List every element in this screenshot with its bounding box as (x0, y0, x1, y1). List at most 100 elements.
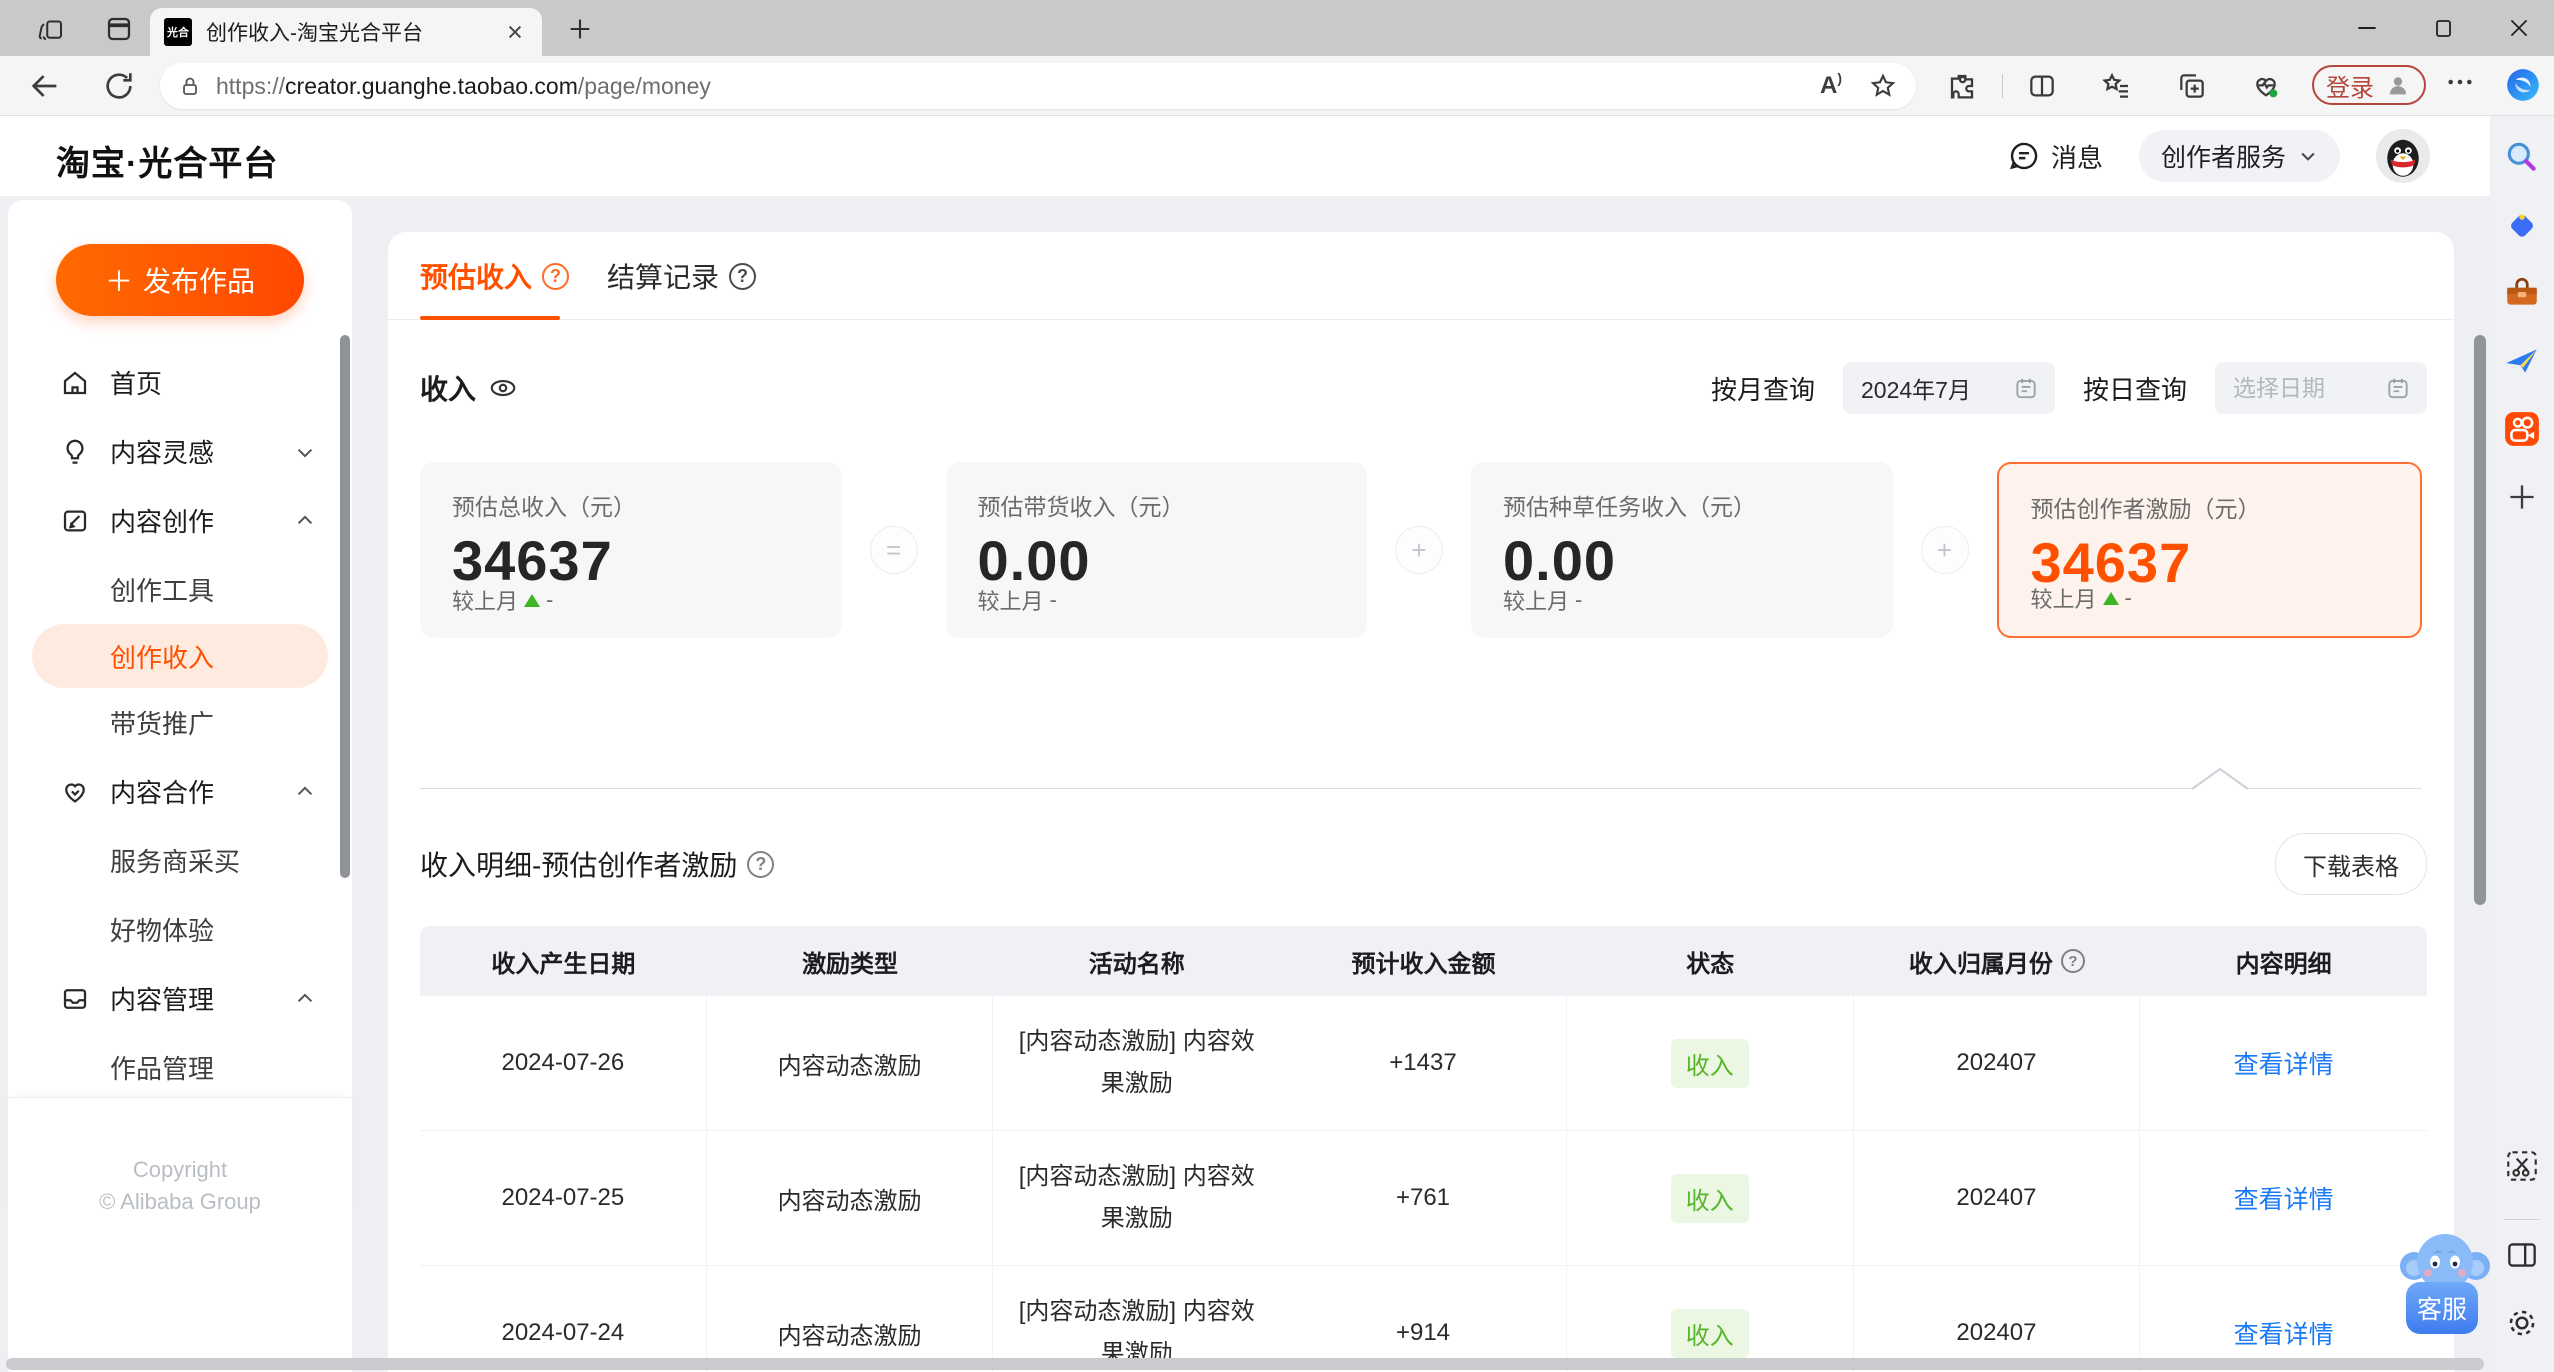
sidebar-item-goods-promotion[interactable]: 带货推广 (8, 688, 352, 757)
login-button[interactable]: 登录 (2312, 65, 2426, 105)
window-close-icon[interactable] (2498, 12, 2540, 44)
send-plane-icon[interactable] (2503, 342, 2541, 380)
card-compare: 较上月 - (1503, 584, 1582, 616)
publish-button[interactable]: ＋ 发布作品 (56, 244, 304, 316)
kuaishou-icon[interactable] (2503, 410, 2541, 448)
query-by-month-label: 按月查询 (1710, 374, 1815, 405)
income-card-1[interactable]: 预估总收入（元） 34637 较上月 - (420, 462, 842, 638)
tabs-row: 预估收入 ? 结算记录 ? (388, 232, 2454, 320)
compare-label: 较上月 (2030, 587, 2097, 612)
left-sidebar: ＋ 发布作品 首页 内容灵感 内容创作 创作工具 创作收入带货推广内容合作 服务商采买 好物… (8, 200, 352, 1372)
month-picker-input[interactable] (1858, 373, 2013, 403)
income-card-3[interactable]: 预估种草任务收入（元） 0.00 较上月 - (1471, 462, 1893, 638)
copilot-icon[interactable] (2504, 66, 2542, 104)
read-aloud-icon[interactable]: A) (1820, 70, 1842, 100)
download-table-button[interactable]: 下载表格 (2275, 833, 2427, 895)
user-avatar[interactable] (2376, 129, 2430, 183)
sidebar-item-label: 带货推广 (110, 709, 215, 739)
app-logo[interactable]: 淘宝·光合平台 (56, 136, 278, 185)
income-card-2[interactable]: 预估带货收入（元） 0.00 较上月 - (945, 462, 1367, 638)
split-screen-icon[interactable] (2026, 70, 2058, 102)
trend-up-icon (2102, 591, 2119, 605)
more-menu-icon[interactable] (2444, 66, 2476, 98)
table-header-cell: 预计收入金额 (1280, 926, 1567, 996)
card-label: 预估创作者激励（元） (2030, 496, 2261, 522)
screenshot-icon[interactable] (2503, 1147, 2541, 1185)
refresh-icon[interactable] (102, 69, 136, 103)
income-card-4[interactable]: 预估创作者激励（元） 34637 较上月 - (1996, 462, 2422, 638)
day-picker[interactable] (2215, 362, 2427, 414)
sidebar-item-service-purchase[interactable]: 服务商采买 (8, 826, 352, 895)
help-icon[interactable]: ? (542, 262, 570, 290)
card-label: 预估种草任务收入（元） (1503, 494, 1756, 520)
view-details-link[interactable]: 查看详情 (2234, 1180, 2334, 1216)
sidebar-add-icon[interactable] (2503, 478, 2541, 516)
edge-sidebar (2490, 116, 2554, 1372)
help-icon[interactable]: ? (2060, 949, 2085, 973)
month-picker[interactable] (1842, 362, 2055, 414)
day-picker-input[interactable] (2231, 373, 2385, 403)
income-section-title: 收入 (420, 368, 518, 408)
tab-estimated-income[interactable]: 预估收入 ? (420, 232, 570, 320)
table-header-cell: 状态 (1567, 926, 1854, 996)
new-tab-icon[interactable] (566, 15, 594, 43)
address-bar[interactable]: https://creator.guanghe.taobao.com/page/… (160, 63, 1916, 109)
workspaces-icon[interactable] (36, 14, 66, 44)
settings-gear-icon[interactable] (2503, 1304, 2541, 1342)
extensions-icon[interactable] (1946, 70, 1978, 102)
calendar-icon (2385, 375, 2411, 401)
messages-label: 消息 (2050, 142, 2103, 173)
browser-essentials-icon[interactable] (2250, 70, 2282, 102)
sidebar-item-creation[interactable]: 内容创作 (8, 486, 352, 555)
page-vertical-scrollbar[interactable] (2474, 335, 2486, 905)
browser-tab[interactable]: 光合 创作收入-淘宝光合平台 (150, 8, 542, 56)
tab-settlement-records[interactable]: 结算记录 ? (607, 232, 757, 320)
page-content: 淘宝·光合平台 消息 创作者服务 ＋ 发布作品 首页 内容灵感 内容创作 创作工具 创作… (0, 116, 2490, 1372)
back-icon[interactable] (28, 69, 62, 103)
home-icon (60, 368, 90, 398)
table-header-cell: 收入归属月份? (1854, 926, 2141, 996)
view-details-link[interactable]: 查看详情 (2234, 1045, 2334, 1081)
cell-date: 2024-07-25 (420, 1131, 707, 1265)
view-details-link[interactable]: 查看详情 (2234, 1315, 2334, 1351)
browser-toolbar: https://creator.guanghe.taobao.com/page/… (0, 56, 2554, 116)
eye-icon[interactable] (488, 373, 518, 403)
window-minimize-icon[interactable] (2346, 12, 2388, 44)
sidebar-item-works-management[interactable]: 作品管理 (8, 1033, 352, 1102)
sidebar-item-management[interactable]: 内容管理 (8, 964, 352, 1033)
main-content-card: 预估收入 ? 结算记录 ? 收入 按月查询 2024年7月 按日查询 选择日期 … (388, 232, 2454, 1372)
customer-service-widget[interactable]: 客服 (2398, 1228, 2490, 1338)
activity-text: [内容动态激励] 内容效果激励 (1018, 1028, 1255, 1097)
favorites-bar-icon[interactable] (2100, 70, 2132, 102)
favorite-star-icon[interactable] (1868, 71, 1898, 101)
search-icon[interactable] (2503, 138, 2541, 176)
compare-label: 较上月 (977, 589, 1044, 614)
sidebar-item-goods-experience[interactable]: 好物体验 (8, 895, 352, 964)
operator-glyph: + (1395, 526, 1443, 574)
page-horizontal-scrollbar[interactable] (6, 1358, 2484, 1370)
sidebar-scrollbar[interactable] (340, 335, 350, 878)
cell-activity-name: [内容动态激励] 内容效果激励 (993, 1131, 1280, 1265)
messages-button[interactable]: 消息 (2007, 138, 2103, 175)
creator-services-dropdown[interactable]: 创作者服务 (2138, 130, 2340, 182)
sidebar-item-creation-tools[interactable]: 创作工具 (8, 555, 352, 624)
sidebar-item-home[interactable]: 首页 (8, 348, 352, 417)
shopping-tag-icon[interactable] (2503, 206, 2541, 244)
tab-actions-icon[interactable] (104, 14, 134, 44)
operator-glyph: = (869, 526, 918, 574)
sidebar-item-creation-income[interactable]: 创作收入 (32, 624, 328, 688)
sidebar-toggle-icon[interactable] (2503, 1236, 2541, 1274)
toolbox-icon[interactable] (2503, 274, 2541, 312)
sidebar-item-cooperation[interactable]: 内容合作 (8, 757, 352, 826)
window-maximize-icon[interactable] (2422, 12, 2464, 44)
help-icon[interactable]: ? (747, 850, 775, 878)
compare-label: 较上月 (452, 589, 519, 614)
cell-status: 收入 (1567, 1266, 1854, 1372)
help-icon[interactable]: ? (729, 262, 757, 290)
cell-date: 2024-07-24 (420, 1266, 707, 1372)
cell-content-detail: 查看详情 (2140, 1131, 2427, 1265)
table-body: 2024-07-26 内容动态激励 [内容动态激励] 内容效果激励 +1437 收入 20… (420, 996, 2427, 1372)
collections-icon[interactable] (2176, 70, 2208, 102)
tab-close-icon[interactable] (502, 19, 528, 45)
sidebar-item-inspiration[interactable]: 内容灵感 (8, 417, 352, 486)
